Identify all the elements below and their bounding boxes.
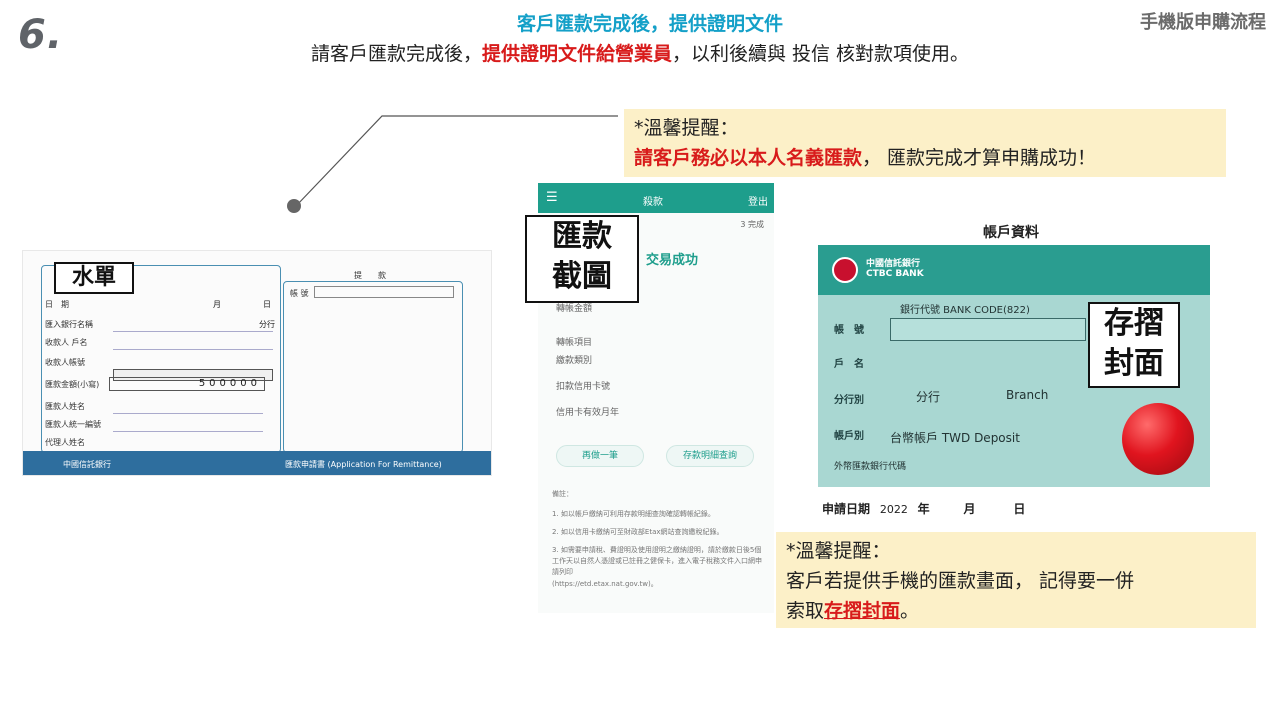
form-row: 收款人 戶名	[45, 338, 88, 347]
form-row: 收款人帳號	[45, 358, 85, 367]
phone-logout: 登出	[748, 197, 768, 208]
subtitle-highlight: 提供證明文件給營業員	[481, 43, 672, 65]
phone-field: 扣款信用卡號	[556, 382, 611, 392]
phone-field: 轉帳項目	[556, 338, 593, 348]
form-bank-name: 中國信託銀行	[63, 460, 111, 469]
reminder-note-bottom: *溫馨提醒： 客戶若提供手機的匯款畫面， 記得要一併 索取存摺封面。	[776, 532, 1256, 628]
phone-field: 繳款類別	[556, 356, 593, 366]
form-footer-title: 匯款申請書 (Application For Remittance)	[285, 460, 442, 469]
phone-again-button: 再做一筆	[556, 445, 644, 467]
form-row: 匯款金額(小寫)	[45, 380, 100, 389]
bankbook-bank-name: 中國信託銀行 CTBC BANK	[866, 259, 924, 279]
reminder-heading: *溫馨提醒：	[786, 540, 891, 562]
page-subtitle: 請客戶匯款完成後，提供證明文件給營業員，以利後續與 投信 核對款項使用。	[0, 39, 1280, 66]
branch-value: 分行	[916, 390, 941, 404]
fx-code-label: 外幣匯款銀行代碼	[834, 462, 907, 472]
reminder-line: 索取存摺封面。	[786, 600, 920, 622]
apply-date-row: 申請日期 2022 年 月 日	[822, 502, 1026, 516]
ctbc-ball-icon	[1122, 403, 1194, 475]
page-title: 客戶匯款完成後，提供證明文件	[516, 13, 783, 35]
form-row: 匯入銀行名稱	[45, 320, 93, 329]
phone-step-indicator: 3 完成	[740, 220, 764, 229]
form-row: 匯款人姓名	[45, 402, 85, 411]
reminder-rest: ， 匯款完成才算申購成功！	[862, 147, 1097, 169]
remittance-amount: 500000	[109, 377, 265, 391]
phone-field: 信用卡有效月年	[556, 408, 620, 418]
form-day: 日	[263, 300, 271, 309]
phone-top-bar: ☰ 殺款 登出	[538, 183, 774, 213]
account-name-label: 戶 名	[834, 359, 864, 370]
account-number-box	[890, 318, 1086, 341]
account-type-label: 帳戶別	[834, 431, 864, 442]
form-month: 月	[213, 300, 221, 309]
subtitle-text-pre: 請客戶匯款完成後，	[310, 43, 482, 65]
form-row: 代理人姓名	[45, 438, 85, 447]
form-branch: 分行	[259, 320, 275, 329]
remittance-slip-label: 水單	[54, 262, 134, 294]
bankbook-title: 帳戶資料	[983, 225, 1039, 241]
account-number-label: 帳 號	[834, 325, 864, 336]
reminder-heading: *溫馨提醒：	[634, 117, 739, 139]
reminder-highlight: 請客戶務必以本人名義匯款	[634, 147, 863, 169]
bank-code: 銀行代號 BANK CODE(822)	[900, 305, 1030, 316]
phone-memo-line: 2. 如以信用卡繳納可至財政部Etax網站查詢繳稅紀錄。	[552, 528, 724, 536]
phone-top-title: 殺款	[643, 197, 663, 208]
branch-label: 分行別	[834, 395, 864, 406]
branch-en: Branch	[1006, 388, 1049, 402]
phone-memo-line: (https://etd.etax.nat.gov.tw)。	[552, 580, 658, 588]
form-row: 日 期	[45, 300, 69, 309]
form-footer: 中國信託銀行 匯款申請書 (Application For Remittance…	[23, 451, 491, 475]
account-type-value: 台幣帳戶 TWD Deposit	[890, 431, 1020, 445]
phone-query-button: 存款明細查詢	[666, 445, 754, 467]
phone-memo-line: 3. 如需要申請稅、費證明及使用證明之繳納證明，請於繳款日後5個工作天以自然人憑…	[552, 546, 762, 576]
phone-memo-line: 1. 如以帳戶繳納可利用存款明細查詢確認轉帳紀錄。	[552, 510, 715, 518]
form-account-label: 帳 號	[290, 289, 309, 298]
transfer-success-text: 交易成功	[646, 253, 699, 268]
reminder-highlight: 存摺封面	[824, 600, 901, 622]
ctbc-logo-icon	[832, 257, 858, 283]
bankbook-cover-label: 存摺 封面	[1088, 302, 1180, 388]
form-deposit-label: 提 款	[354, 271, 386, 280]
reminder-note-top: *溫馨提醒： 請客戶務必以本人名義匯款， 匯款完成才算申購成功！	[624, 109, 1226, 177]
hamburger-menu-icon: ☰	[546, 190, 558, 205]
form-right-panel: 帳 號 提 款	[283, 271, 463, 453]
transfer-screenshot-label: 匯款 截圖	[525, 215, 639, 303]
phone-memo-title: 備註：	[552, 490, 573, 498]
reminder-body: 請客戶務必以本人名義匯款， 匯款完成才算申購成功！	[634, 143, 1216, 173]
subtitle-text-post: ，以利後續與 投信 核對款項使用。	[671, 43, 970, 65]
reminder-line: 客戶若提供手機的匯款畫面， 記得要一併	[786, 570, 1135, 592]
form-row: 匯款人統一編號	[45, 420, 101, 429]
bankbook-header-stripe: 中國信託銀行 CTBC BANK	[818, 245, 1210, 295]
